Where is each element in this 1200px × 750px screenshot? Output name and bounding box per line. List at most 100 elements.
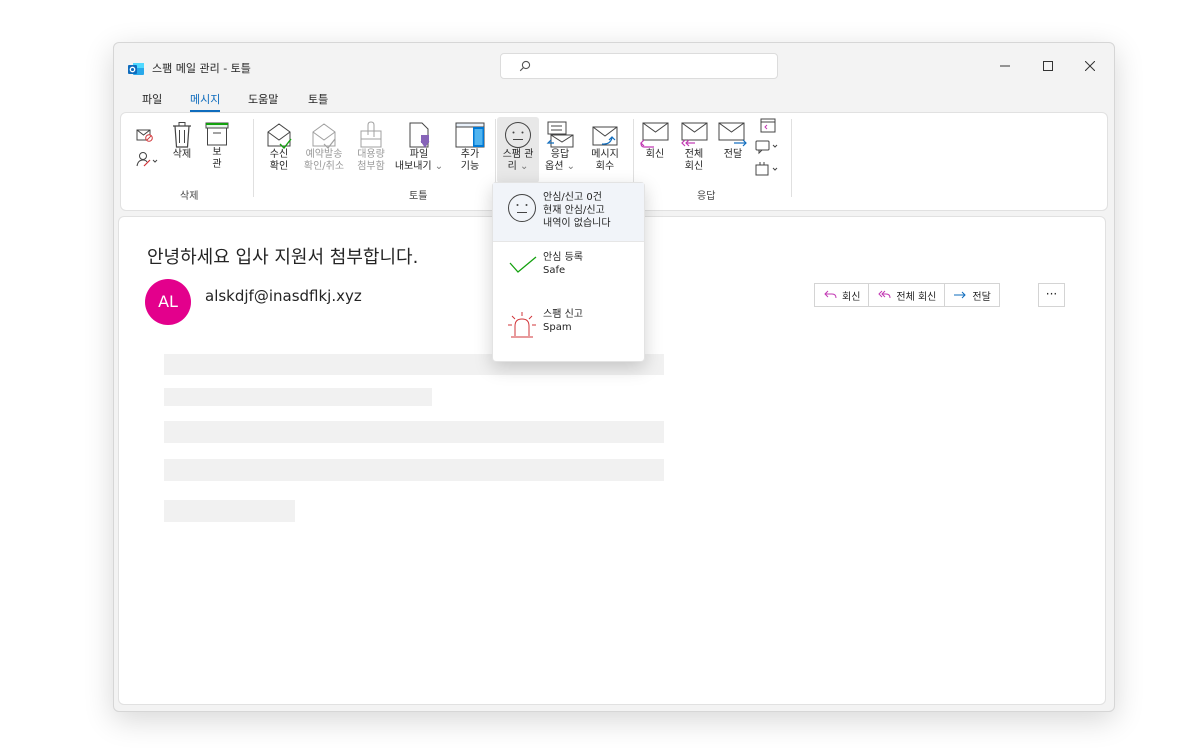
ribbon-separator <box>791 119 792 197</box>
body-placeholder-line <box>164 421 664 443</box>
spam-status-count: 안심/신고 0건 <box>543 192 602 203</box>
forward-label: 전달 <box>723 149 743 160</box>
tab-totle[interactable]: 토틀 <box>308 91 328 110</box>
read-receipt-icon <box>267 123 292 149</box>
alarm-siren-icon <box>508 312 536 338</box>
attachment-box-icon <box>360 121 382 148</box>
sender-email[interactable]: alskdjf@inasdflkj.xyz <box>205 287 362 305</box>
response-options-icon <box>546 121 574 148</box>
minimize-icon <box>1000 65 1010 67</box>
maximize-button[interactable] <box>1030 55 1066 77</box>
scheduled-mail-icon <box>312 123 336 149</box>
inline-reply-all-button[interactable]: 전체 회신 <box>868 283 946 307</box>
bulk-label-2: 첨부함 <box>357 161 385 172</box>
im-reply-button[interactable] <box>753 139 783 155</box>
inline-forward-button[interactable]: 전달 <box>944 283 1000 307</box>
delete-label: 삭제 <box>172 149 192 160</box>
cleanup-button[interactable] <box>133 151 161 167</box>
archive-label-1: 보 <box>212 147 222 158</box>
read-receipt-button[interactable]: 수신 확인 <box>263 121 295 173</box>
spam-status-item: 안심/신고 0건 현재 안심/신고 내역이 없습니다 <box>493 183 644 241</box>
addins-label-1: 추가 <box>460 149 480 160</box>
safe-register-item[interactable]: 안심 등록 Safe <box>493 243 644 297</box>
response-options-button[interactable]: 응답 옵션 ⌄ <box>541 121 579 173</box>
meeting-reply-button[interactable] <box>753 117 783 135</box>
group-delete-label: 삭제 <box>180 191 199 202</box>
scheduled-label-1: 예약발송 <box>305 149 343 160</box>
recall-message-icon <box>592 126 618 146</box>
inline-reply-button[interactable]: 회신 <box>814 283 870 307</box>
addins-icon <box>455 122 485 148</box>
avatar[interactable]: AL <box>145 279 191 325</box>
neutral-face-icon <box>508 194 536 222</box>
spam-manage-label-1: 스팸 관 <box>502 149 534 160</box>
window-title: 스팸 메일 관리 - 토틀 <box>152 62 251 75</box>
export-file-button[interactable]: 파일 내보내기 ⌄ <box>393 121 445 173</box>
reply-all-label-1: 전체 <box>684 149 704 160</box>
ignore-button[interactable] <box>133 127 157 143</box>
body-placeholder-line <box>164 500 295 522</box>
chevron-down-icon: ⌄ <box>431 161 444 172</box>
outlook-icon <box>128 61 144 75</box>
spam-manage-label-2: 리 <box>507 161 517 172</box>
safe-register-sub: Safe <box>543 265 566 276</box>
forward-icon <box>718 122 747 147</box>
neutral-face-icon <box>505 122 531 148</box>
close-button[interactable] <box>1072 55 1108 77</box>
forward-button[interactable]: 전달 <box>717 121 749 161</box>
inline-forward-label: 전달 <box>972 291 991 303</box>
more-respond-button[interactable] <box>753 161 783 177</box>
search-icon <box>519 60 531 72</box>
chat-icon <box>755 140 778 155</box>
inline-reply-all-label: 전체 회신 <box>896 291 937 303</box>
message-actions: 회신 전체 회신 전달 <box>814 283 1000 307</box>
tab-message[interactable]: 메시지 <box>190 91 221 112</box>
spam-report-item[interactable]: 스팸 신고 Spam <box>493 300 644 356</box>
search-box[interactable] <box>500 53 778 79</box>
spam-manage-button[interactable]: 스팸 관 리 ⌄ <box>497 117 539 183</box>
spam-report-title: 스팸 신고 <box>543 309 583 320</box>
tab-help[interactable]: 도움말 <box>248 91 278 110</box>
archive-label-2: 관 <box>212 159 222 170</box>
reply-all-icon <box>681 122 708 147</box>
calendar-reply-icon <box>760 118 776 133</box>
reply-arrow-icon <box>824 290 837 299</box>
export-label-1: 파일 <box>409 149 429 160</box>
archive-button[interactable]: 보 관 <box>203 121 231 171</box>
scheduled-label-2: 확인/취소 <box>303 161 345 172</box>
reply-label: 회신 <box>645 149 665 160</box>
close-icon <box>1085 61 1095 71</box>
tab-file[interactable]: 파일 <box>142 91 162 110</box>
spam-status-line2: 현재 안심/신고 <box>543 205 605 216</box>
addins-button[interactable]: 추가 기능 <box>451 121 489 173</box>
more-options-button[interactable]: ··· <box>1038 283 1065 307</box>
minimize-button[interactable] <box>987 55 1023 77</box>
checkmark-icon <box>509 256 537 273</box>
response-options-label-2: 옵션 <box>545 161 564 172</box>
scheduled-send-button[interactable]: 예약발송 확인/취소 <box>301 121 347 173</box>
spam-report-sub: Spam <box>543 322 572 333</box>
response-options-label-1: 응답 <box>550 149 570 160</box>
dropdown-divider <box>493 241 644 242</box>
reply-button[interactable]: 회신 <box>639 121 671 161</box>
forward-arrow-icon <box>954 291 967 299</box>
safe-register-title: 안심 등록 <box>543 252 583 263</box>
read-receipt-label-1: 수신 <box>269 149 289 160</box>
inline-reply-label: 회신 <box>842 291 861 303</box>
recall-message-button[interactable]: 메시지 회수 <box>583 121 627 173</box>
export-file-icon <box>409 122 430 148</box>
addins-label-2: 기능 <box>460 161 480 172</box>
ribbon-separator <box>253 119 254 197</box>
bulk-label-1: 대용량 <box>357 149 385 160</box>
delete-button[interactable]: 삭제 <box>167 121 197 161</box>
bulk-attachment-button[interactable]: 대용량 첨부함 <box>353 121 389 173</box>
reply-all-label-2: 회신 <box>684 161 704 172</box>
recall-label-2: 회수 <box>595 161 615 172</box>
body-placeholder-line <box>164 459 664 481</box>
reply-icon <box>640 122 669 148</box>
cleanup-icon <box>136 152 158 167</box>
reply-all-button[interactable]: 전체 회신 <box>677 121 711 173</box>
trash-icon <box>173 122 191 148</box>
chevron-down-icon: ⌄ <box>563 161 575 172</box>
body-placeholder-line <box>164 388 432 406</box>
